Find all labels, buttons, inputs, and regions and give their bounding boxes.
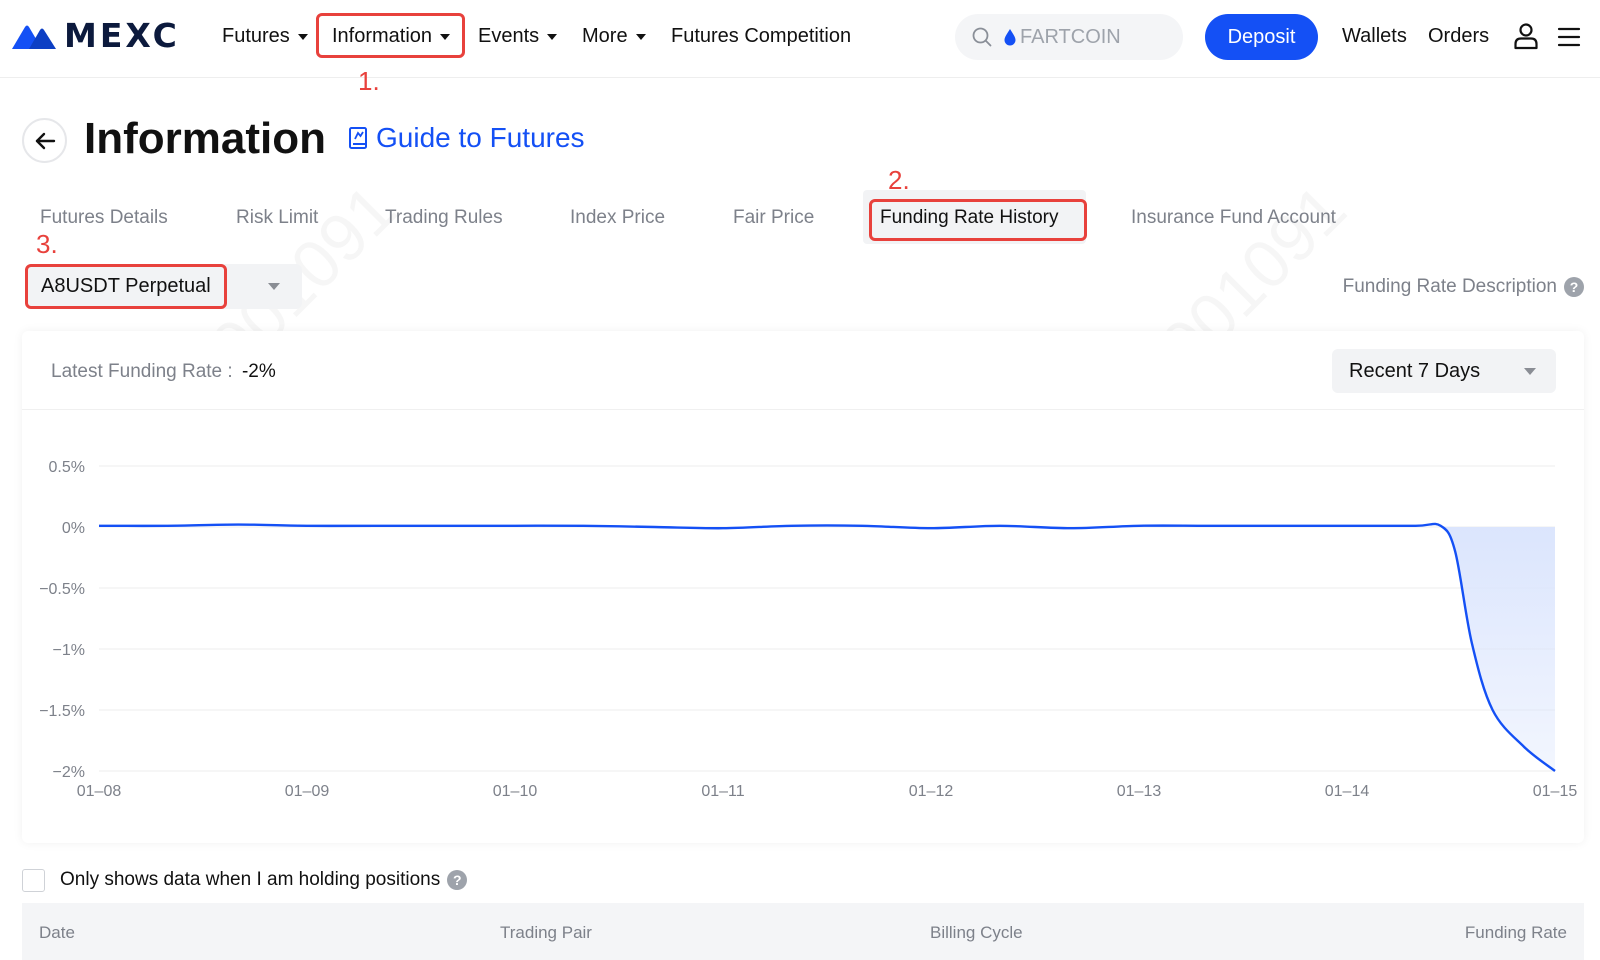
search-input[interactable]: FARTCOIN	[955, 14, 1183, 60]
x-tick-label: 01–13	[1117, 783, 1162, 800]
series-line	[98, 522, 1556, 772]
nav-more[interactable]: More	[582, 22, 646, 50]
nav-orders[interactable]: Orders	[1428, 22, 1489, 50]
nav-wallets-label: Wallets	[1342, 24, 1407, 47]
help-icon[interactable]: ?	[447, 870, 468, 890]
caret-down-icon	[547, 34, 558, 40]
tab-risk-limit[interactable]: Risk Limit	[236, 205, 318, 231]
holding-only-label: Only shows data when I am holding positi…	[60, 869, 441, 890]
x-tick-label: 01–08	[77, 783, 122, 800]
drop-icon	[1004, 29, 1016, 46]
annotation-box-1	[316, 13, 465, 58]
column-date[interactable]: Date	[39, 923, 75, 943]
x-tick-label: 01–10	[493, 783, 538, 800]
nav-orders-label: Orders	[1428, 24, 1490, 47]
nav-futures-competition-label: Futures Competition	[671, 24, 852, 47]
mexc-logo-icon	[12, 25, 56, 49]
help-icon: ?	[1564, 277, 1584, 297]
search-icon	[972, 27, 992, 47]
caret-down-icon	[297, 34, 308, 40]
y-tick-label: −2%	[53, 764, 85, 781]
x-tick-label: 01–11	[701, 783, 744, 800]
tab-fair-price[interactable]: Fair Price	[733, 205, 814, 231]
column-billing-cycle[interactable]: Billing Cycle	[930, 923, 1023, 943]
nav-futures-label: Futures	[222, 24, 290, 47]
nav-more-label: More	[582, 24, 628, 47]
page-title: Information	[84, 114, 326, 163]
nav-wallets[interactable]: Wallets	[1342, 22, 1407, 50]
search-text: FARTCOIN	[1020, 25, 1121, 48]
annotation-step-1: 1.	[358, 66, 380, 96]
guide-to-futures-link[interactable]: Guide to Futures	[348, 122, 585, 154]
funding-rate-chart-card: Latest Funding Rate : -2% Recent 7 Days …	[22, 331, 1584, 843]
table-header: Date Trading Pair Billing Cycle Funding …	[22, 903, 1584, 960]
tab-futures-details[interactable]: Futures Details	[40, 205, 168, 231]
holding-only-checkbox[interactable]	[22, 869, 45, 892]
tab-index-price[interactable]: Index Price	[570, 205, 665, 231]
annotation-box-2	[869, 199, 1087, 241]
nav-events[interactable]: Events	[478, 22, 558, 50]
y-tick-label: −1.5%	[39, 703, 85, 720]
funding-rate-chart: 0.5% 0% −0.5% −1% −1.5% −2% 01–08 01–09 01–10 01–…	[39, 459, 1578, 800]
back-button[interactable]	[22, 118, 67, 163]
y-tick-label: 0.5%	[49, 459, 85, 476]
y-tick-label: −0.5%	[39, 581, 85, 598]
nav-events-label: Events	[478, 24, 540, 47]
brand-logo[interactable]: MEXC	[12, 16, 180, 55]
y-tick-label: 0%	[62, 520, 85, 537]
top-nav: MEXC Futures Information 1. Events More …	[0, 0, 1600, 94]
funding-rate-description-link[interactable]: Funding Rate Description ?	[1343, 276, 1584, 298]
menu-icon[interactable]	[1557, 26, 1581, 48]
holding-only-label-row: Only shows data when I am holding positi…	[60, 869, 468, 891]
nav-futures[interactable]: Futures	[222, 22, 308, 50]
x-tick-label: 01–12	[909, 783, 954, 800]
annotation-step-3: 3.	[36, 229, 58, 259]
tab-insurance-fund-account[interactable]: Insurance Fund Account	[1131, 205, 1336, 231]
deposit-button[interactable]: Deposit	[1205, 14, 1318, 60]
tab-trading-rules[interactable]: Trading Rules	[385, 205, 503, 231]
arrow-left-icon	[35, 132, 55, 149]
user-icon[interactable]	[1513, 22, 1539, 50]
brand-name: MEXC	[64, 16, 180, 55]
x-tick-label: 01–09	[285, 783, 330, 800]
book-icon	[349, 127, 367, 149]
x-tick-label: 01–14	[1325, 783, 1370, 800]
y-tick-label: −1%	[53, 642, 85, 659]
caret-down-icon	[268, 283, 280, 290]
x-tick-label: 01–15	[1533, 783, 1578, 800]
column-funding-rate[interactable]: Funding Rate	[1465, 923, 1567, 943]
column-trading-pair[interactable]: Trading Pair	[500, 923, 592, 943]
nav-futures-competition[interactable]: Futures Competition	[671, 22, 851, 50]
annotation-step-2: 2.	[888, 165, 910, 195]
guide-to-futures-label: Guide to Futures	[376, 122, 585, 153]
caret-down-icon	[635, 34, 646, 40]
annotation-box-3	[25, 264, 227, 309]
funding-rate-description-label: Funding Rate Description	[1342, 276, 1557, 297]
